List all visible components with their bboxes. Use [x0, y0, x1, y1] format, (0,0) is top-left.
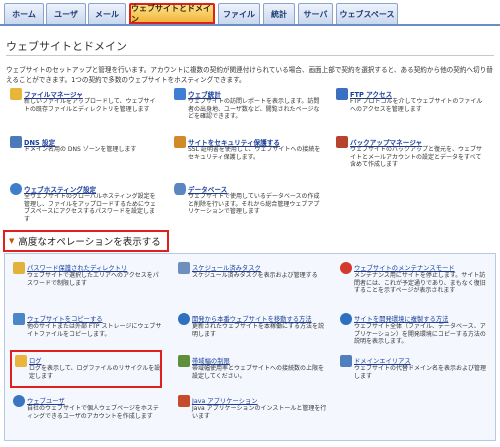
- bandwidth-icon: [178, 355, 190, 367]
- page-title: ウェブサイトとドメイン: [6, 40, 127, 53]
- main-tab-bar: ホーム ユーザ メール ウェブサイトとドメイン ファイル 統計 サーバ ウェブス…: [0, 0, 500, 26]
- dev-to-prod-desc: 更新されたウェブサイトを本稼働にする方法を説明します: [192, 323, 325, 338]
- file-manager-desc: 新しいファイルをアップロードして、ウェブサイトの既存ファイルとディレクトリを管理…: [24, 98, 156, 113]
- maintenance-mode-link[interactable]: ウェブサイトのメンテナンスモード: [354, 263, 455, 272]
- tab-webspace[interactable]: ウェブスペース: [336, 3, 398, 24]
- clone-to-dev-link[interactable]: サイトを開発環境に複製する方法: [354, 314, 448, 323]
- dev-to-prod-link[interactable]: 開発から本番ウェブサイトを移動する方法: [192, 314, 312, 323]
- web-stats-desc: ウェブサイトの訪問レポートを表示します。訪問者の出身地、ユーザ数など、閲覧された…: [188, 98, 320, 121]
- tab-server[interactable]: サーバ: [298, 3, 333, 24]
- dns-icon: [10, 136, 22, 148]
- password-dirs-desc: ウェブサイトで選択したエリアへのアクセスをパスワードで制限します: [27, 272, 159, 287]
- tab-websites-domains[interactable]: ウェブサイトとドメイン: [129, 3, 215, 24]
- ftp-icon: [336, 88, 348, 100]
- web-users-link[interactable]: ウェブユーザ: [27, 396, 65, 405]
- java-apps-desc: Java アプリケーションのインストールと管理を行います: [192, 405, 327, 420]
- backup-manager-desc: ウェブサイトのバックアップと復元を、ウェブサイトとメールアカウントの設定とデータ…: [350, 146, 483, 169]
- chart-icon: [174, 88, 186, 100]
- bandwidth-limit-link[interactable]: 帯域幅の制限: [192, 356, 230, 365]
- stop-icon: [340, 262, 352, 274]
- tab-home[interactable]: ホーム: [4, 3, 44, 24]
- java-apps-link[interactable]: Java アプリケーション: [192, 396, 258, 405]
- lock-icon: [174, 136, 186, 148]
- help-icon: [178, 313, 190, 325]
- intro-text: ウェブサイトのセットアップと管理を行います。アカウントに複数の契約が関連付けられ…: [6, 66, 493, 84]
- password-dirs-link[interactable]: パスワード保護されたディレクトリ: [27, 263, 127, 272]
- logs-highlight-box: [10, 350, 162, 388]
- copy-icon: [13, 313, 25, 325]
- folder-lock-icon: [13, 262, 25, 274]
- dns-settings-desc: ドメイン名用の DNS ゾーンを管理します: [24, 146, 137, 153]
- bandwidth-limit-desc: 帯域幅使用率とウェブサイトへの接続数の上限を設定してください。: [192, 365, 325, 380]
- scheduled-tasks-link[interactable]: スケジュール済みタスク: [192, 263, 261, 272]
- domain-aliases-link[interactable]: ドメインエイリアス: [354, 356, 411, 365]
- maintenance-mode-desc: メンテナンス用にサイトを停止します。サイト訪問者には、これが予定通りであり、まも…: [354, 272, 486, 295]
- show-advanced-toggle[interactable]: ▼ 高度なオペレーションを表示する: [3, 230, 169, 252]
- databases-desc: ウェブサイトで使用しているデータベースの作成と削除を行います。それから総合管理ウ…: [188, 193, 320, 216]
- secure-site-desc: SSL 証明書を使用して、ウェブサイトへの接続をセキュリティ保護します。: [188, 146, 321, 161]
- domain-aliases-desc: ウェブサイトの代替ドメイン名を表示および管理します: [354, 365, 487, 380]
- chevron-down-icon: ▼: [9, 237, 15, 245]
- alias-icon: [340, 355, 352, 367]
- show-advanced-label: 高度なオペレーションを表示する: [18, 237, 161, 248]
- folder-icon: [10, 88, 22, 100]
- copy-site-link[interactable]: ウェブサイトをコピーする: [27, 314, 103, 323]
- calendar-icon: [178, 262, 190, 274]
- scheduled-tasks-desc: スケジュール済みタスクを表示および管理する: [192, 272, 318, 279]
- tab-statistics[interactable]: 統計: [263, 3, 295, 24]
- tab-files[interactable]: ファイル: [218, 3, 260, 24]
- hosting-settings-desc: 全ウェブサイトのグローバルホスティング設定を管理し、ファイルをアップロードするた…: [24, 193, 157, 223]
- web-users-desc: 自社のウェブサイトで個人ウェブページをホスティングできるユーザのアカウントを作成…: [27, 405, 159, 420]
- title-divider: [6, 55, 494, 56]
- help-icon: [340, 313, 352, 325]
- tab-users[interactable]: ユーザ: [46, 3, 86, 24]
- web-user-icon: [13, 395, 25, 407]
- clone-to-dev-desc: ウェブサイト全体（ファイル、データベース、アプリケーション）を開発環境にコピーす…: [354, 323, 486, 346]
- copy-site-desc: 他のサイトまたは外部 FTP ストレージにウェブサイトファイルをコピーします。: [27, 323, 162, 338]
- backup-icon: [336, 136, 348, 148]
- database-icon: [174, 183, 186, 195]
- tab-mail[interactable]: メール: [88, 3, 126, 24]
- globe-icon: [10, 183, 22, 195]
- java-icon: [178, 395, 190, 407]
- ftp-access-desc: FTP プロトコルを介してウェブサイトのファイルへのアクセスを管理します: [350, 98, 483, 113]
